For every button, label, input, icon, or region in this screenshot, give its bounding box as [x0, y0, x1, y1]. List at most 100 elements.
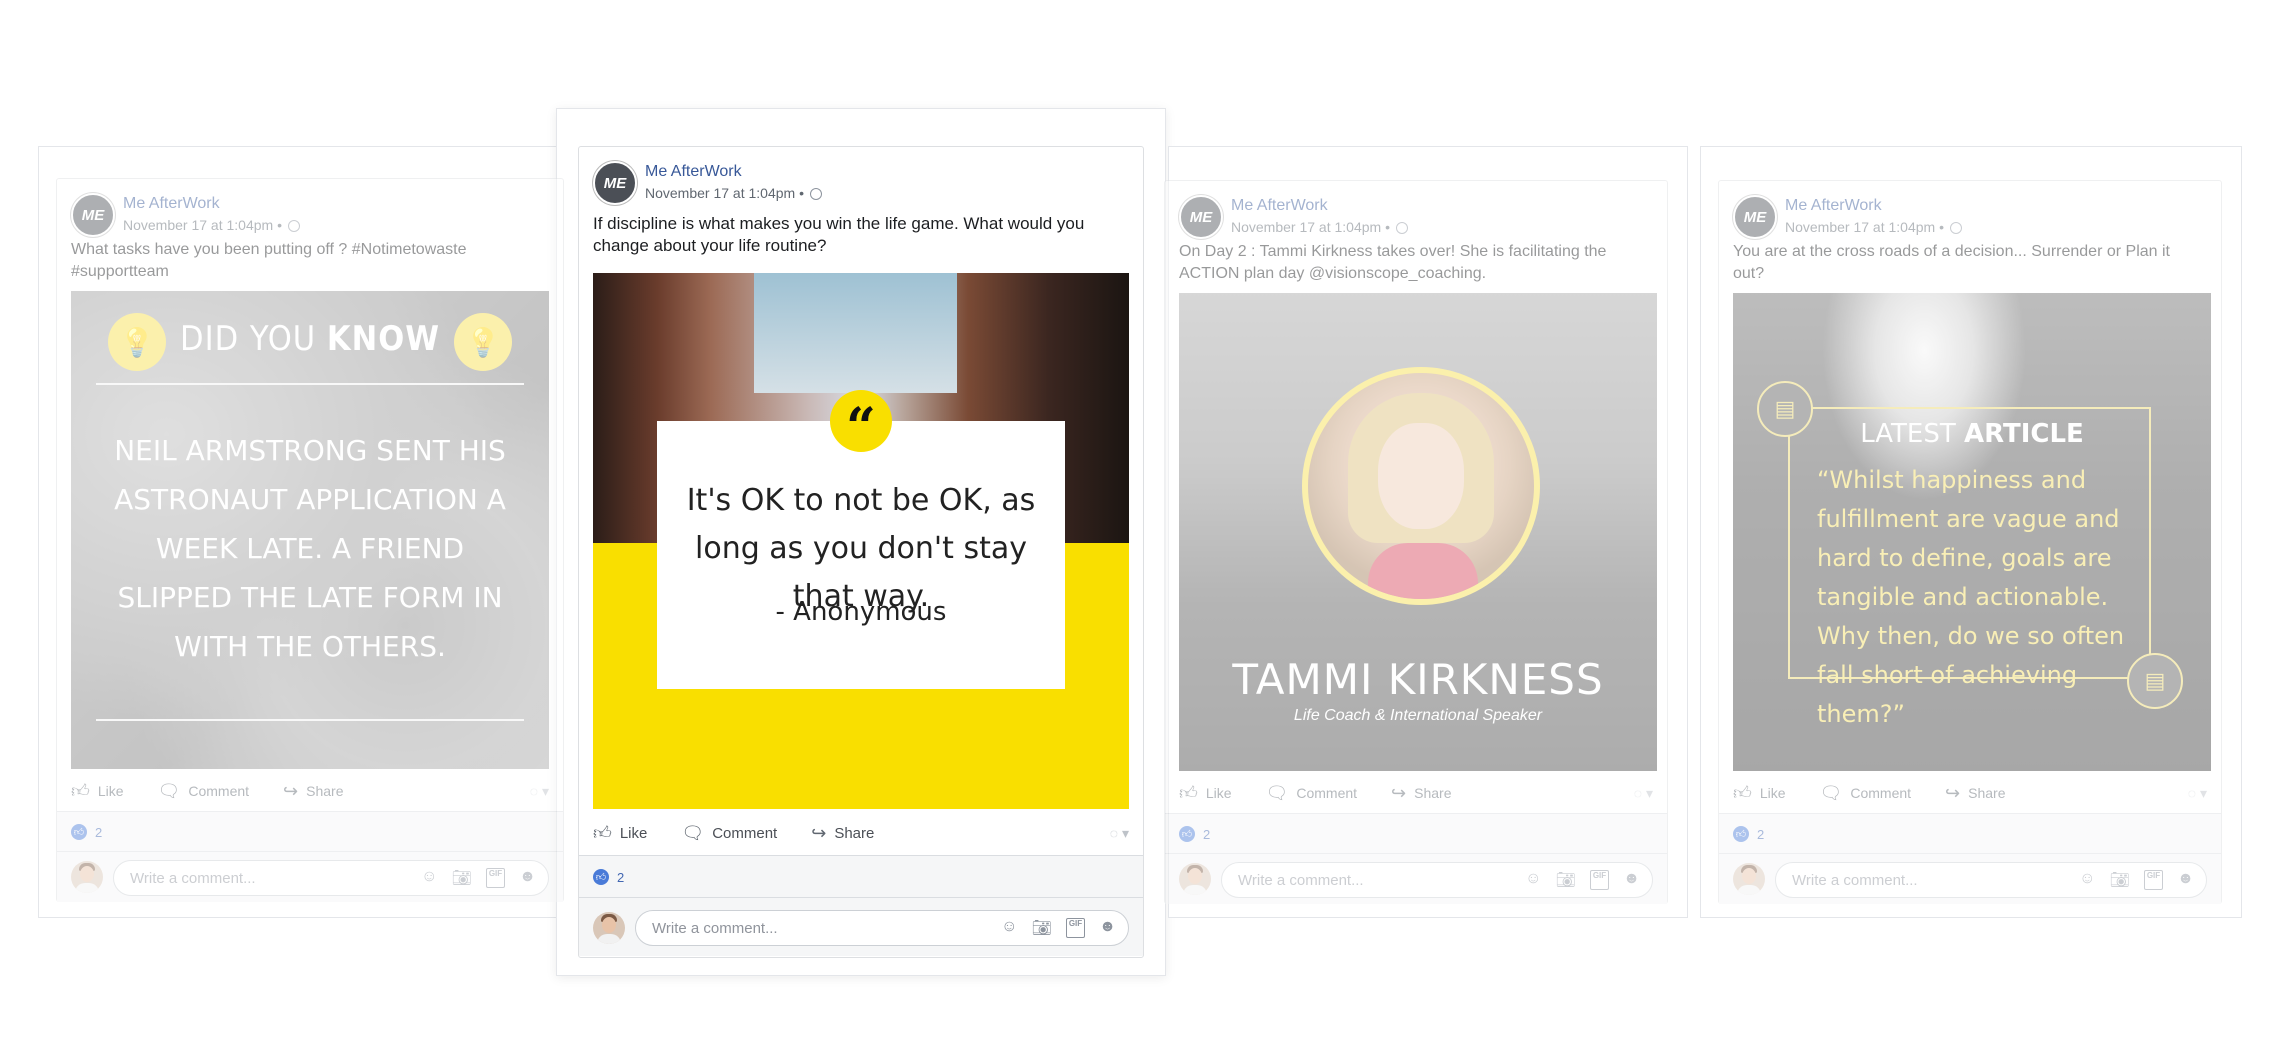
- reaction-selector[interactable]: ◌ ▾: [1110, 825, 1129, 842]
- post-header: ME Me AfterWork November 17 at 1:04pm •: [1733, 195, 2185, 241]
- sticker-icon[interactable]: ☻: [2177, 870, 2194, 890]
- comment-button[interactable]: 🗨︎ Comment: [681, 823, 777, 844]
- post-card-3: ME Me AfterWork November 17 at 1:04pm • …: [1164, 180, 1668, 904]
- speaker-portrait: [1302, 367, 1540, 605]
- like-reaction-icon: 👍︎: [1179, 826, 1195, 842]
- comment-input[interactable]: Write a comment... ☺ 📷︎ GIF ☻: [1775, 862, 2207, 898]
- reaction-summary[interactable]: 👍︎ 2: [579, 855, 1143, 898]
- timestamp[interactable]: November 17 at 1:04pm •: [123, 217, 282, 233]
- share-button[interactable]: ↪︎ Share: [811, 823, 874, 844]
- comment-composer: Write a comment... ☺ 📷︎ GIF ☻: [579, 897, 1143, 956]
- comment-button[interactable]: 🗨︎ Comment: [1820, 783, 1912, 804]
- reaction-summary[interactable]: 👍︎ 2: [1719, 813, 2221, 854]
- sticker-icon[interactable]: ☻: [519, 868, 536, 888]
- timestamp[interactable]: November 17 at 1:04pm •: [1231, 219, 1390, 235]
- post-image[interactable]: TAMMI KIRKNESS Life Coach & Internationa…: [1179, 293, 1657, 771]
- post-text: If discipline is what makes you win the …: [593, 214, 1085, 255]
- post-card-1: ME Me AfterWork November 17 at 1:04pm • …: [56, 178, 564, 902]
- thumbs-up-icon: 👍︎: [593, 823, 612, 843]
- reaction-count: 2: [1203, 826, 1211, 842]
- share-button[interactable]: ↪︎ Share: [283, 781, 343, 802]
- divider: [96, 719, 524, 721]
- globe-icon: [809, 188, 822, 201]
- globe-icon: [287, 220, 300, 233]
- sticker-icon[interactable]: ☻: [1623, 870, 1640, 890]
- reaction-selector[interactable]: ◌ ▾: [1634, 785, 1653, 802]
- comment-input[interactable]: Write a comment... ☺ 📷︎ GIF ☻: [113, 860, 549, 896]
- thumbs-up-icon: 👍︎: [71, 781, 90, 801]
- gif-icon[interactable]: GIF: [1065, 918, 1086, 938]
- reaction-count: 2: [1757, 826, 1765, 842]
- article-title-light: LATEST: [1860, 419, 1956, 449]
- post-image[interactable]: It's OK to not be OK, as long as you don…: [593, 273, 1129, 809]
- like-label: Like: [1759, 785, 1786, 801]
- post-card-2: ME Me AfterWork November 17 at 1:04pm • …: [578, 146, 1144, 958]
- reaction-summary[interactable]: 👍︎ 2: [1165, 813, 1667, 854]
- share-button[interactable]: ↪︎ Share: [1945, 783, 2005, 804]
- camera-icon[interactable]: 📷︎: [452, 868, 472, 888]
- comment-label: Comment: [712, 824, 778, 842]
- comment-input[interactable]: Write a comment... ☺ 📷︎ GIF ☻: [635, 910, 1129, 946]
- post-text: You are at the cross roads of a decision…: [1733, 243, 2170, 282]
- sticker-icon[interactable]: ☻: [1099, 918, 1116, 938]
- reaction-selector[interactable]: ◌ ▾: [530, 783, 549, 800]
- like-button[interactable]: 👍︎ Like: [1179, 782, 1232, 804]
- post-header: ME Me AfterWork November 17 at 1:04pm •: [593, 161, 1101, 207]
- comment-button[interactable]: 🗨︎ Comment: [1266, 783, 1358, 804]
- post-card-4: ME Me AfterWork November 17 at 1:04pm • …: [1718, 180, 2222, 904]
- timestamp[interactable]: November 17 at 1:04pm •: [645, 185, 804, 201]
- author-link[interactable]: Me AfterWork: [1785, 197, 1882, 215]
- reaction-selector[interactable]: ◌ ▾: [2188, 785, 2207, 802]
- like-button[interactable]: 👍︎ Like: [1733, 782, 1786, 804]
- smiley-icon[interactable]: ☺: [1525, 870, 1541, 890]
- user-avatar: [593, 912, 625, 944]
- comment-tools: ☺ 📷︎ GIF ☻: [1001, 918, 1116, 938]
- comment-tools: ☺ 📷︎ GIF ☻: [2079, 870, 2194, 890]
- quote-mark-icon: “: [830, 390, 892, 458]
- comment-composer: Write a comment... ☺ 📷︎ GIF ☻: [57, 851, 563, 902]
- post-meta: November 17 at 1:04pm •: [645, 185, 822, 201]
- thumbs-up-icon: 👍︎: [1733, 783, 1752, 803]
- gif-icon[interactable]: GIF: [2143, 870, 2164, 890]
- share-button[interactable]: ↪︎ Share: [1391, 783, 1451, 804]
- action-bar: 👍︎ Like 🗨︎ Comment ↪︎ Share ◌ ▾: [593, 811, 1129, 855]
- page-avatar[interactable]: ME: [71, 193, 115, 237]
- comment-button[interactable]: 🗨︎ Comment: [158, 781, 250, 802]
- gif-icon[interactable]: GIF: [1589, 870, 1610, 890]
- post-text: On Day 2 : Tammi Kirkness takes over! Sh…: [1179, 243, 1607, 282]
- smiley-icon[interactable]: ☺: [1001, 918, 1017, 938]
- page-avatar[interactable]: ME: [1179, 195, 1223, 239]
- post-image[interactable]: ▤ ▤ LATEST ARTICLE “Whilst happiness and…: [1733, 293, 2211, 771]
- gif-icon[interactable]: GIF: [485, 868, 506, 888]
- post-meta: November 17 at 1:04pm •: [123, 217, 300, 233]
- like-button[interactable]: 👍︎ Like: [71, 780, 124, 802]
- page-avatar[interactable]: ME: [593, 161, 637, 205]
- timestamp[interactable]: November 17 at 1:04pm •: [1785, 219, 1944, 235]
- comment-label: Comment: [188, 783, 250, 799]
- camera-icon[interactable]: 📷︎: [1032, 918, 1052, 938]
- camera-icon[interactable]: 📷︎: [2110, 870, 2130, 890]
- share-icon: ↪︎: [283, 780, 299, 801]
- share-icon: ↪︎: [1391, 782, 1407, 803]
- page-avatar[interactable]: ME: [1733, 195, 1777, 239]
- camera-icon[interactable]: 📷︎: [1556, 870, 1576, 890]
- speaker-role: Life Coach & International Speaker: [1293, 707, 1543, 724]
- share-label: Share: [1414, 785, 1452, 801]
- comment-placeholder: Write a comment...: [652, 919, 778, 937]
- like-label: Like: [619, 824, 648, 842]
- like-label: Like: [97, 783, 124, 799]
- author-link[interactable]: Me AfterWork: [123, 195, 220, 213]
- comment-input[interactable]: Write a comment... ☺ 📷︎ GIF ☻: [1221, 862, 1653, 898]
- smiley-icon[interactable]: ☺: [2079, 870, 2095, 890]
- post-image[interactable]: 💡 💡 DID YOU KNOW NEIL ARMSTRONG SENT HIS…: [71, 291, 549, 769]
- smiley-icon[interactable]: ☺: [421, 868, 437, 888]
- reaction-summary[interactable]: 👍︎ 2: [57, 811, 563, 852]
- author-link[interactable]: Me AfterWork: [1231, 197, 1328, 215]
- post-text: What tasks have you been putting off ? #…: [71, 241, 467, 280]
- comment-tools: ☺ 📷︎ GIF ☻: [421, 868, 536, 888]
- reaction-count: 2: [95, 824, 103, 840]
- speaker-name: TAMMI KIRKNESS: [1232, 655, 1604, 704]
- author-link[interactable]: Me AfterWork: [645, 163, 742, 181]
- comment-icon: 🗨︎: [681, 822, 705, 843]
- like-button[interactable]: 👍︎ Like: [593, 822, 647, 844]
